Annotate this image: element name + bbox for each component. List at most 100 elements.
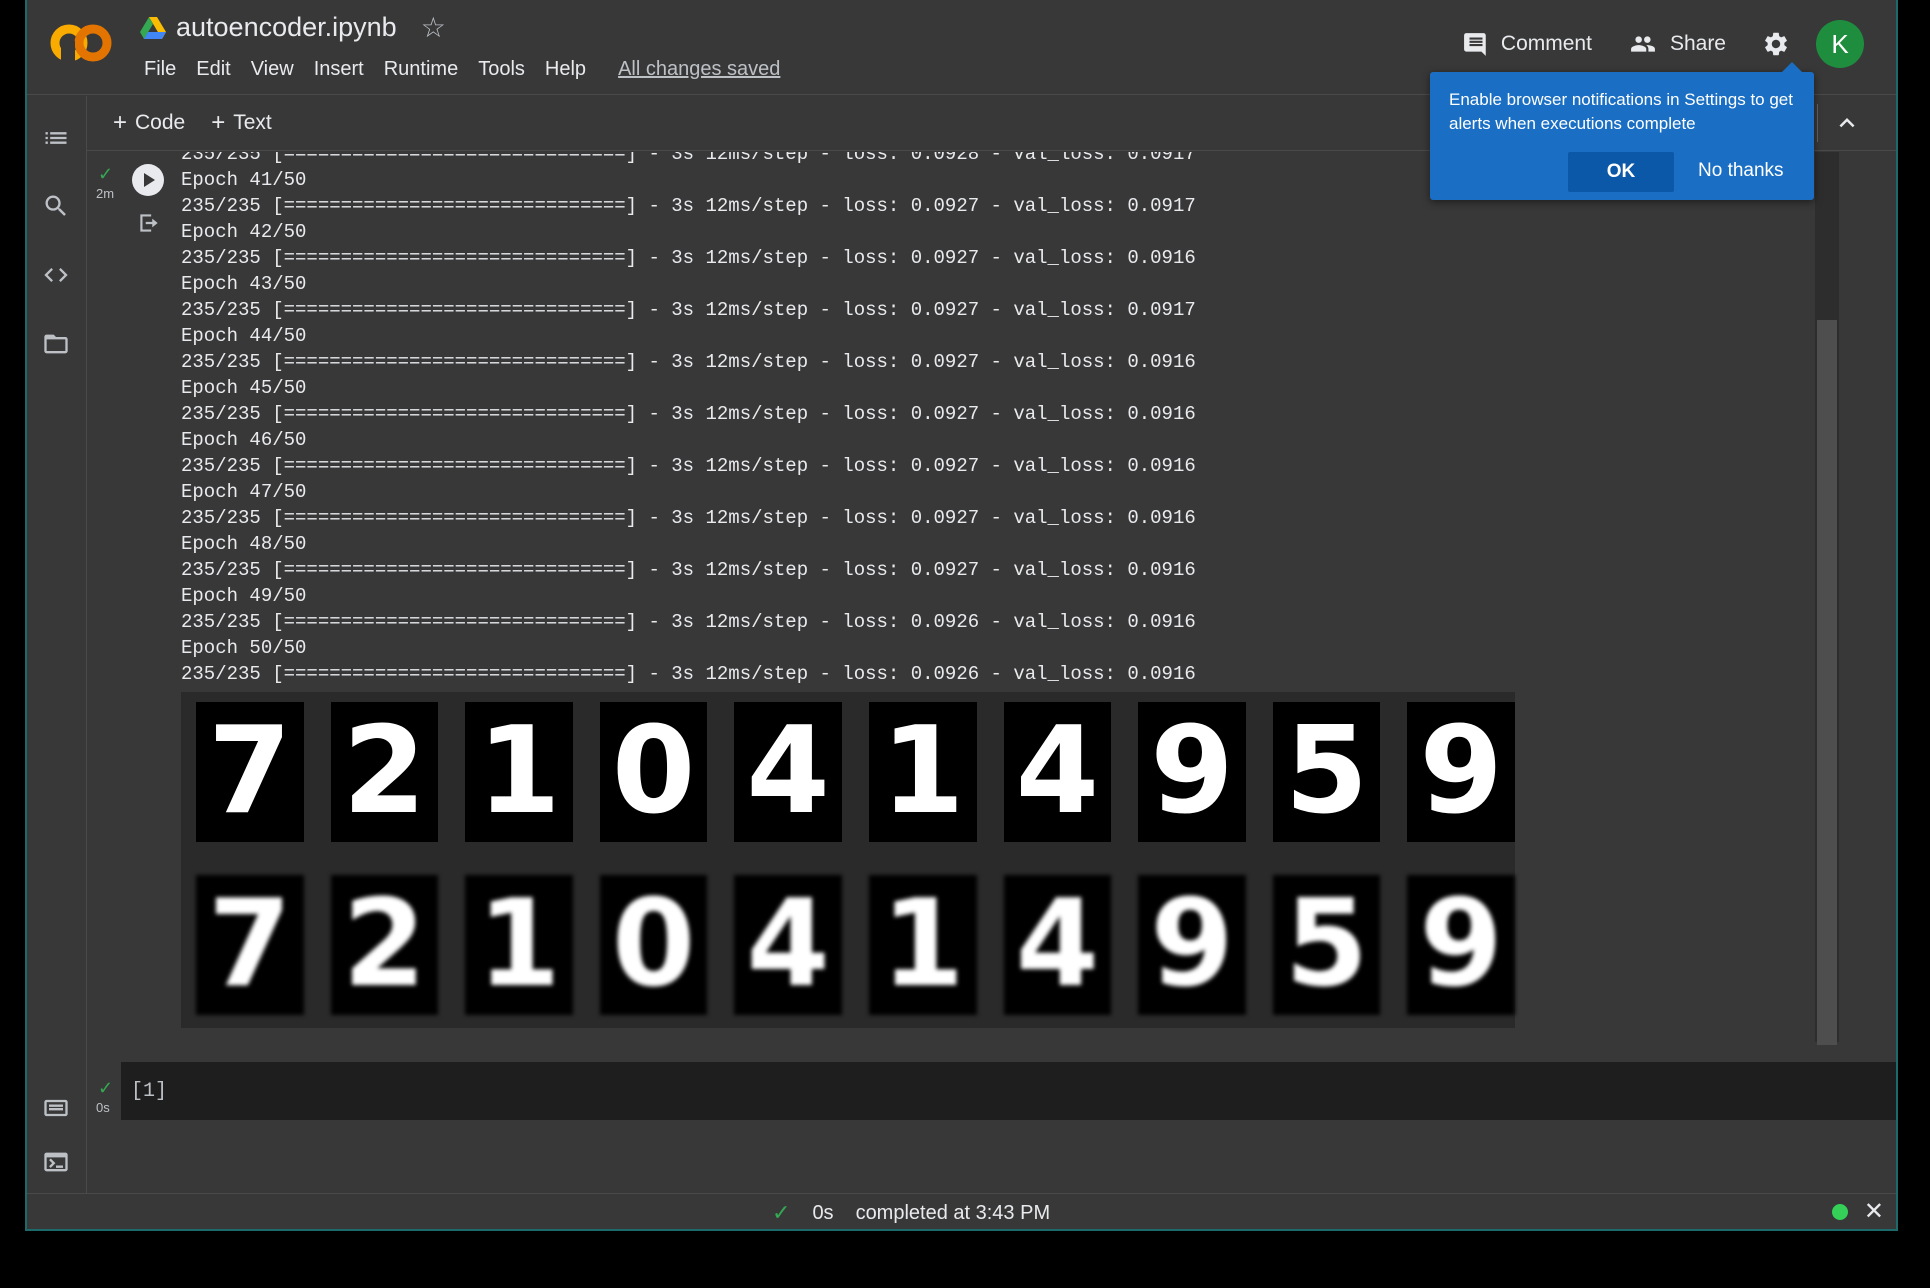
comment-icon xyxy=(1464,33,1486,56)
output-line: Epoch 49/50 xyxy=(181,585,307,607)
title-row: autoencoder.ipynb ☆ xyxy=(140,12,446,43)
cell-area: ✓ 2m 235/235 [==========================… xyxy=(88,152,1896,1193)
output-line: 235/235 [==============================]… xyxy=(181,152,1196,165)
output-scrollbar-thumb[interactable] xyxy=(1817,320,1837,1045)
menu-view[interactable]: View xyxy=(241,58,304,81)
connection-status-dot[interactable] xyxy=(1832,1204,1848,1220)
output-line: Epoch 41/50 xyxy=(181,169,307,191)
digit-image: 1 xyxy=(465,702,573,842)
digit-image: 9 xyxy=(1138,702,1246,842)
menu-edit[interactable]: Edit xyxy=(186,58,240,81)
checkmark-icon: ✓ xyxy=(98,1078,114,1098)
reconstructed-digit-image: 4 xyxy=(1003,875,1112,1015)
add-text-button[interactable]: + Text xyxy=(211,111,272,135)
status-bar: ✓ 0s completed at 3:43 PM ✕ xyxy=(27,1193,1896,1229)
cell-elapsed-time: 2m xyxy=(96,186,115,201)
chevron-up-icon[interactable] xyxy=(1832,108,1862,138)
gear-icon xyxy=(1765,32,1787,56)
comment-button[interactable]: Comment xyxy=(1463,31,1592,57)
output-line: Epoch 46/50 xyxy=(181,429,307,451)
original-digits-row: 7 2 1 0 4 1 4 9 5 9 xyxy=(196,702,1515,842)
share-button[interactable]: Share xyxy=(1628,31,1726,57)
digit-image-grid: 7 2 1 0 4 1 4 9 5 9 7 2 1 0 4 1 4 9 5 9 xyxy=(181,692,1515,1028)
output-line: 235/235 [==============================]… xyxy=(181,351,1196,373)
code-cell[interactable] xyxy=(121,1062,1896,1120)
reconstructed-digit-image: 0 xyxy=(599,875,708,1015)
digit-image: 1 xyxy=(868,702,977,842)
code-snippets-icon[interactable] xyxy=(42,261,70,289)
reconstructed-digit-image: 1 xyxy=(465,875,573,1015)
output-line: Epoch 47/50 xyxy=(181,481,307,503)
no-thanks-button[interactable]: No thanks xyxy=(1698,160,1784,182)
reconstructed-digit-image: 7 xyxy=(196,875,304,1015)
plus-icon: + xyxy=(211,109,226,136)
command-palette-icon[interactable] xyxy=(42,1094,70,1122)
reconstructed-digit-image: 9 xyxy=(1407,875,1515,1015)
execution-status[interactable]: ✓ 0s completed at 3:43 PM xyxy=(772,1200,1050,1226)
cell-elapsed-time: 0s xyxy=(96,1100,110,1115)
avatar[interactable]: K xyxy=(1816,20,1864,68)
reconstructed-digit-image: 2 xyxy=(330,875,439,1015)
output-line: Epoch 44/50 xyxy=(181,325,307,347)
comment-label: Comment xyxy=(1500,32,1592,55)
reconstructed-digit-image: 5 xyxy=(1272,875,1381,1015)
status-duration: 0s xyxy=(812,1201,834,1224)
notification-popup: Enable browser notifications in Settings… xyxy=(1430,62,1814,200)
output-line: 235/235 [==============================]… xyxy=(181,403,1196,425)
terminal-icon[interactable] xyxy=(42,1148,70,1176)
share-label: Share xyxy=(1669,32,1726,55)
menu-tools[interactable]: Tools xyxy=(468,58,535,81)
popup-message: Enable browser notifications in Settings… xyxy=(1449,90,1793,133)
digit-image: 4 xyxy=(734,702,842,842)
add-code-button[interactable]: + Code xyxy=(113,111,185,135)
plus-icon: + xyxy=(113,109,128,136)
status-completed-text: completed at 3:43 PM xyxy=(855,1201,1051,1224)
table-of-contents-icon[interactable] xyxy=(42,124,70,152)
menu-help[interactable]: Help xyxy=(535,58,596,81)
output-line: 235/235 [==============================]… xyxy=(181,455,1196,477)
menu-file[interactable]: File xyxy=(134,58,186,81)
reconstructed-digits-row: 7 2 1 0 4 1 4 9 5 9 xyxy=(196,875,1515,1015)
add-code-label: Code xyxy=(135,111,186,134)
left-sidebar xyxy=(27,96,87,1195)
ok-button[interactable]: OK xyxy=(1568,152,1674,192)
people-icon xyxy=(1631,36,1655,52)
header-actions: Comment Share K xyxy=(1427,20,1864,68)
add-text-label: Text xyxy=(233,111,272,134)
folder-icon[interactable] xyxy=(42,330,70,358)
checkmark-icon: ✓ xyxy=(98,164,114,184)
output-line: Epoch 50/50 xyxy=(181,637,307,659)
output-line: 235/235 [==============================]… xyxy=(181,559,1196,581)
digit-image: 0 xyxy=(599,702,708,842)
settings-button[interactable] xyxy=(1762,30,1790,58)
colab-logo[interactable] xyxy=(49,20,113,66)
menu-bar: File Edit View Insert Runtime Tools Help… xyxy=(134,58,790,81)
digit-image: 5 xyxy=(1272,702,1381,842)
star-icon[interactable]: ☆ xyxy=(421,13,446,42)
colab-window: autoencoder.ipynb ☆ File Edit View Inser… xyxy=(25,0,1898,1231)
output-line: 235/235 [==============================]… xyxy=(181,611,1196,633)
reconstructed-digit-image: 1 xyxy=(868,875,977,1015)
cell-execution-count: [1] xyxy=(131,1080,168,1103)
menu-insert[interactable]: Insert xyxy=(304,58,374,81)
close-icon[interactable]: ✕ xyxy=(1864,1197,1884,1226)
output-actions-icon[interactable] xyxy=(136,210,162,236)
menu-runtime[interactable]: Runtime xyxy=(374,58,468,81)
output-line: Epoch 48/50 xyxy=(181,533,307,555)
save-status-link[interactable]: All changes saved xyxy=(608,58,790,81)
output-line: 235/235 [==============================]… xyxy=(181,507,1196,529)
run-cell-button[interactable] xyxy=(132,164,164,196)
checkmark-icon: ✓ xyxy=(772,1200,791,1225)
search-icon[interactable] xyxy=(42,192,70,220)
reconstructed-digit-image: 9 xyxy=(1138,875,1246,1015)
digit-image: 9 xyxy=(1407,702,1515,842)
reconstructed-digit-image: 4 xyxy=(734,875,842,1015)
toolbar-divider xyxy=(1817,104,1818,142)
output-line: 235/235 [==============================]… xyxy=(181,299,1196,321)
digit-image: 4 xyxy=(1003,702,1112,842)
output-line: Epoch 43/50 xyxy=(181,273,307,295)
output-line: Epoch 42/50 xyxy=(181,221,307,243)
digit-image: 2 xyxy=(330,702,439,842)
digit-image: 7 xyxy=(196,702,304,842)
notebook-title[interactable]: autoencoder.ipynb xyxy=(176,12,397,43)
